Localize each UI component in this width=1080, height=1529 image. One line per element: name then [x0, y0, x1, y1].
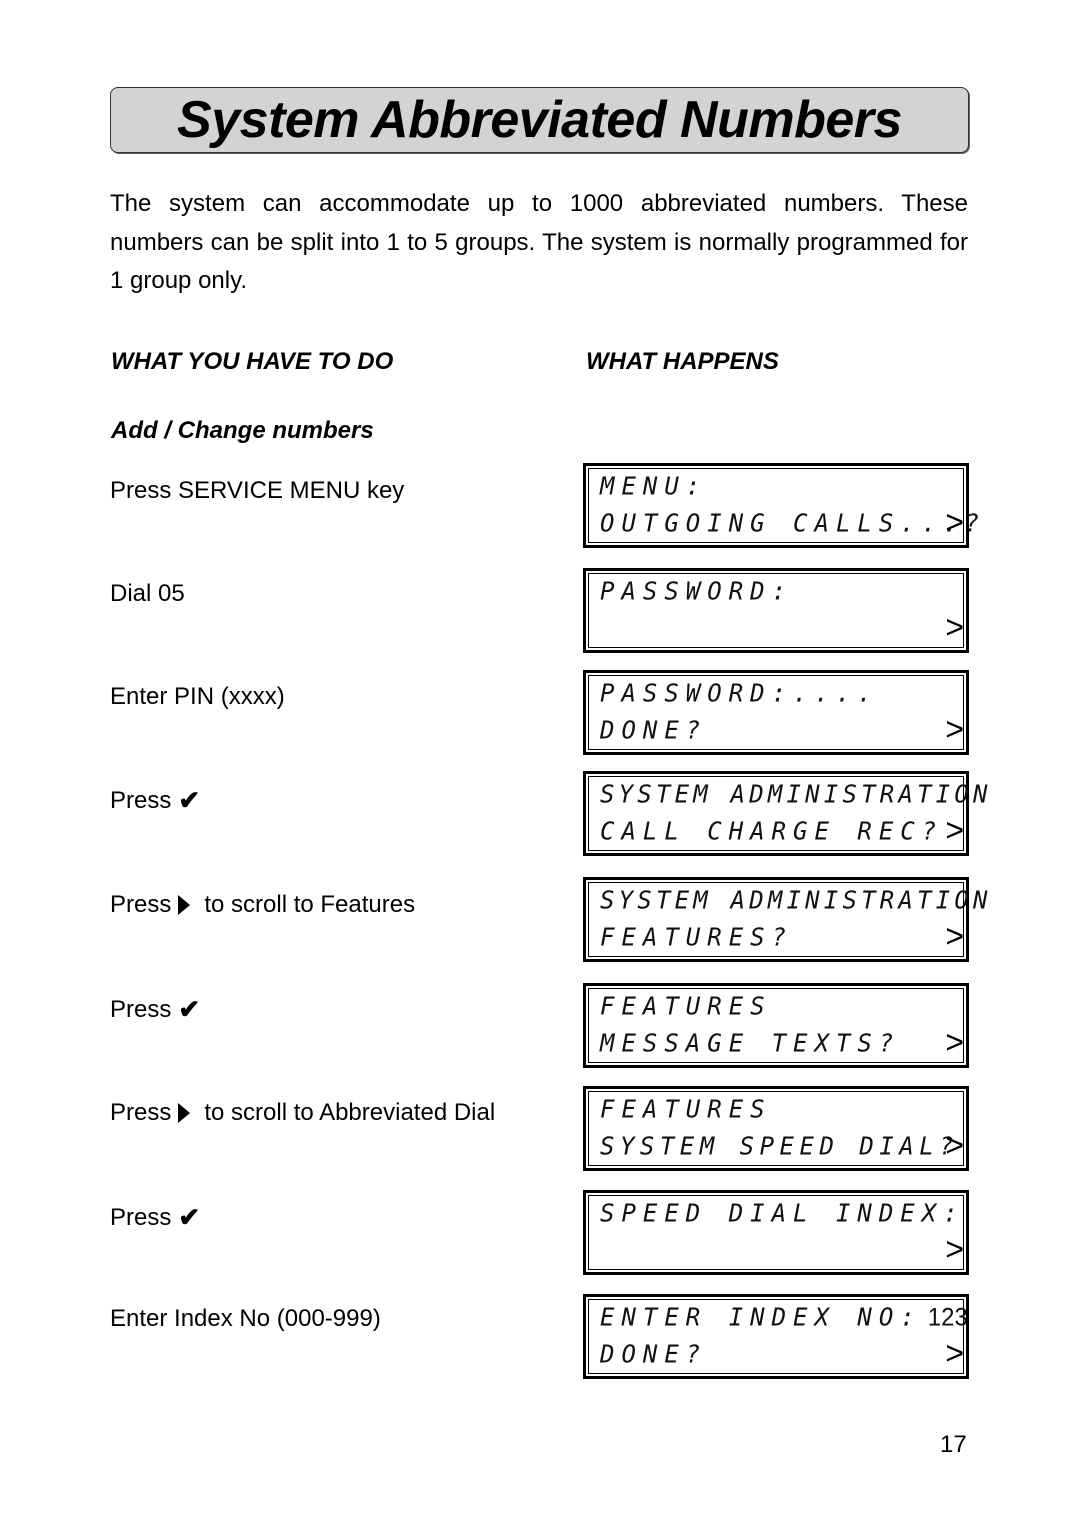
- title-banner: System Abbreviated Numbers: [110, 87, 969, 153]
- scroll-arrow-icon: >: [945, 1231, 964, 1267]
- check-icon: ✔: [178, 785, 201, 815]
- lcd-line-1: SYSTEM ADMINISTRATION: [600, 779, 992, 809]
- scroll-arrow-icon: >: [945, 609, 964, 645]
- scroll-arrow-icon: >: [945, 1335, 964, 1371]
- lcd-line-1: PASSWORD:: [600, 576, 794, 606]
- step-2: Dial 05: [110, 580, 185, 608]
- lcd-line-2: DONE?: [600, 715, 708, 745]
- step-5: Press to scroll to Features: [110, 891, 415, 919]
- scroll-arrow-icon: >: [945, 1127, 964, 1163]
- step-text: Press: [110, 1203, 172, 1231]
- check-icon: ✔: [178, 994, 201, 1024]
- lcd-line-1: FEATURES: [600, 991, 772, 1021]
- page-number: 17: [940, 1431, 967, 1458]
- step-text: Enter PIN (xxxx): [110, 683, 285, 710]
- lcd-display: FEATURES MESSAGE TEXTS? >: [583, 983, 969, 1068]
- scroll-arrow-icon: >: [945, 918, 964, 954]
- lcd-prompt: ENTER INDEX NO:: [600, 1302, 922, 1332]
- lcd-display: PASSWORD: >: [583, 568, 969, 653]
- lcd-display: SPEED DIAL INDEX: >: [583, 1190, 969, 1275]
- lcd-line-2: SYSTEM SPEED DIAL?: [600, 1131, 960, 1161]
- scroll-arrow-icon: >: [945, 1024, 964, 1060]
- step-4: Press ✔: [110, 785, 200, 816]
- step-text-after: to scroll to Abbreviated Dial: [204, 1099, 496, 1126]
- lcd-line-1: ENTER INDEX NO: 123: [600, 1302, 968, 1332]
- step-text: Press: [110, 786, 172, 814]
- step-text: Press: [110, 995, 172, 1023]
- intro-paragraph: The system can accommodate up to 1000 ab…: [110, 190, 968, 294]
- step-8: Press ✔: [110, 1202, 200, 1233]
- step-text: Press SERVICE MENU key: [110, 477, 405, 504]
- step-9: Enter Index No (000-999): [110, 1305, 381, 1333]
- page-title: System Abbreviated Numbers: [177, 91, 902, 149]
- right-triangle-icon: [178, 1103, 191, 1123]
- scroll-arrow-icon: >: [945, 711, 964, 747]
- lcd-line-2: CALL CHARGE REC?: [600, 816, 944, 846]
- step-text: Dial 05: [110, 580, 185, 607]
- lcd-display: MENU: OUTGOING CALLS...? >: [583, 463, 987, 548]
- section-heading: Add / Change numbers: [111, 417, 374, 444]
- lcd-line-1: SPEED DIAL INDEX:: [600, 1198, 965, 1228]
- lcd-line-1: MENU:: [600, 471, 708, 501]
- lcd-line-1: PASSWORD:....: [600, 678, 879, 708]
- step-text: Press: [110, 1099, 172, 1126]
- lcd-line-2: DONE?: [600, 1339, 708, 1369]
- step-7: Press to scroll to Abbreviated Dial: [110, 1099, 495, 1127]
- lcd-line-2: FEATURES?: [600, 922, 794, 952]
- step-1: Press SERVICE MENU key: [110, 477, 404, 505]
- right-triangle-icon: [178, 895, 191, 915]
- lcd-line-2: MESSAGE TEXTS?: [600, 1028, 901, 1058]
- lcd-entered-value: 123: [927, 1303, 968, 1332]
- lcd-display: SYSTEM ADMINISTRATION FEATURES? >: [583, 877, 992, 962]
- check-icon: ✔: [178, 1202, 201, 1232]
- scroll-arrow-icon: >: [945, 504, 964, 540]
- scroll-arrow-icon: >: [945, 812, 964, 848]
- column-heading-actions: WHAT YOU HAVE TO DO: [111, 348, 394, 375]
- column-heading-results: WHAT HAPPENS: [586, 348, 779, 375]
- step-text-after: to scroll to Features: [204, 891, 416, 918]
- lcd-display: SYSTEM ADMINISTRATION CALL CHARGE REC? >: [583, 771, 992, 856]
- lcd-display: ENTER INDEX NO: 123 DONE? >: [583, 1294, 969, 1379]
- lcd-display: PASSWORD:.... DONE? >: [583, 670, 969, 755]
- lcd-display: FEATURES SYSTEM SPEED DIAL? >: [583, 1086, 969, 1171]
- lcd-line-1: SYSTEM ADMINISTRATION: [600, 885, 992, 915]
- lcd-line-2: OUTGOING CALLS...?: [600, 508, 987, 538]
- lcd-line-1: FEATURES: [600, 1094, 772, 1124]
- step-3: Enter PIN (xxxx): [110, 683, 285, 711]
- step-text: Enter Index No (000-999): [110, 1305, 381, 1332]
- step-6: Press ✔: [110, 994, 200, 1025]
- step-text: Press: [110, 891, 172, 918]
